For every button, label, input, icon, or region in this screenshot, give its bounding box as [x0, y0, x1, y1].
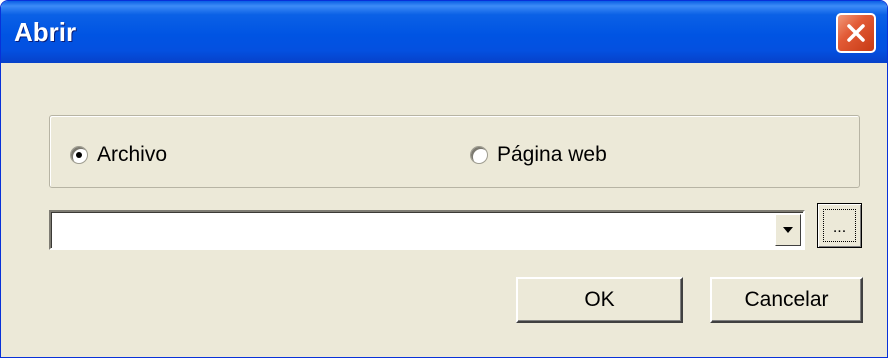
radio-pagina-web-indicator[interactable]	[470, 146, 488, 164]
ok-button[interactable]: OK	[516, 277, 683, 323]
address-dropdown-button[interactable]	[775, 214, 801, 246]
title-bar: Abrir	[1, 1, 887, 63]
dialog-body: Archivo Página web ... OK Cancelar	[4, 63, 884, 354]
close-icon	[847, 24, 865, 42]
address-combobox[interactable]	[49, 210, 805, 250]
radio-pagina-web-label: Página web	[497, 143, 607, 166]
radio-archivo[interactable]: Archivo	[70, 143, 167, 167]
close-button[interactable]	[836, 13, 876, 53]
window-title: Abrir	[14, 17, 77, 47]
address-input[interactable]	[54, 214, 768, 246]
radio-pagina-web[interactable]: Página web	[470, 143, 607, 167]
open-dialog: Abrir Archivo Página web ... OK Cancelar	[0, 0, 888, 358]
radio-archivo-label: Archivo	[97, 143, 168, 166]
browse-button[interactable]: ...	[817, 203, 862, 248]
cancel-button[interactable]: Cancelar	[710, 277, 863, 323]
source-type-group: Archivo Página web	[49, 115, 860, 188]
chevron-down-icon	[783, 227, 793, 233]
browse-button-label: ...	[823, 209, 856, 242]
radio-archivo-indicator[interactable]	[70, 146, 88, 164]
